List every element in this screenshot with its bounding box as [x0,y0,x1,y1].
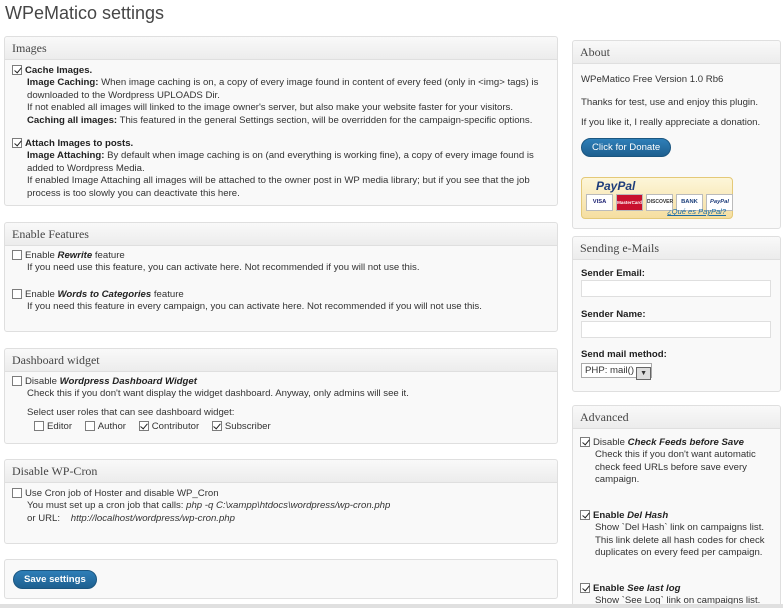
about-version: WPeMatico Free Version 1.0 Rb6 [581,74,724,85]
attach-desc-title: Image Attaching: [27,150,105,162]
cache-all-desc: This featured in the general Settings se… [117,114,533,126]
save-box: Save settings [4,559,558,599]
check-feeds-label: Check Feeds before Save [627,437,744,448]
w2c-label-pre: Enable [25,289,58,300]
disable-dashboard-pre: Disable [25,376,60,387]
sender-name-label: Sender Name: [581,309,646,320]
w2c-desc: If you need this feature in every campai… [27,301,482,313]
see-last-log-pre: Enable [593,583,628,594]
about-thanks: Thanks for test, use and enjoy this plug… [581,97,759,108]
rewrite-label: Rewrite [57,250,93,261]
donate-button[interactable]: Click for Donate [581,138,672,157]
cron-must-label: You must set up a cron job that calls: [27,500,187,512]
mail-method-value: PHP: mail() [585,365,635,376]
mail-method-select[interactable]: PHP: mail() ▼ [581,363,653,380]
check-feeds-pre: Disable [593,437,628,448]
paypal-badge[interactable]: PayPal VISA MasterCard DISCOVER BANK Pay… [581,177,733,219]
cache-images-checkbox[interactable] [12,65,22,75]
sender-email-label: Sender Email: [581,268,645,279]
advanced-box-title: Advanced [573,406,780,429]
save-settings-button[interactable]: Save settings [13,570,97,589]
visa-card: VISA [586,194,613,211]
mastercard-card: MasterCard [616,194,643,211]
features-box: Enable Features Enable Rewrite feature I… [4,222,558,332]
disable-dashboard-label: Wordpress Dashboard Widget [59,376,197,387]
emails-box: Sending e-Mails Sender Email: Sender Nam… [572,236,781,392]
paypal-info-link[interactable]: ¿Qué es PayPal? [667,207,726,216]
cron-box-title: Disable WP-Cron [5,460,557,483]
role-editor-label: Editor [47,421,73,433]
page-title: WPeMatico settings [5,3,165,23]
check-feeds-checkbox[interactable] [580,437,590,447]
role-editor-checkbox[interactable] [34,421,44,432]
disable-dashboard-desc: Check this if you don't want display the… [27,388,409,400]
attach-note: If enabled Image Attaching all images wi… [27,175,530,199]
role-contributor-checkbox[interactable] [138,421,149,432]
rewrite-label-pre: Enable [25,250,58,261]
rewrite-desc: If you need use this feature, you can ac… [27,262,420,274]
paypal-logo: PayPal [596,179,636,193]
words-to-categories-checkbox[interactable] [12,289,22,299]
role-subscriber-checkbox[interactable] [211,421,222,432]
cache-images-label: Cache Images. [25,65,93,76]
attach-images-label: Attach Images to posts. [25,138,134,149]
del-hash-label: Del Hash [627,510,669,521]
del-hash-checkbox[interactable] [580,510,590,520]
del-hash-pre: Enable [593,510,628,521]
about-box: About WPeMatico Free Version 1.0 Rb6 Tha… [572,40,781,229]
features-box-title: Enable Features [5,223,557,246]
dashboard-box-title: Dashboard widget [5,349,557,372]
role-author-label: Author [97,421,127,433]
cron-command: php -q C:\xampp\htdocs\wordpress/wp-cron… [186,500,391,512]
cron-url-label: or URL: [27,512,63,524]
rewrite-label-post: feature [92,250,125,261]
emails-box-title: Sending e-Mails [573,237,780,260]
role-contributor-label: Contributor [151,421,200,433]
advanced-box: Advanced Disable Check Feeds before Save… [572,405,781,608]
cache-desc-title: Image Caching: [27,77,99,89]
role-author-checkbox[interactable] [84,421,95,432]
images-box-title: Images [5,37,557,60]
rewrite-checkbox[interactable] [12,250,22,260]
cache-note: If not enabled all images will linked to… [27,102,514,114]
cron-box: Disable WP-Cron Use Cron job of Hoster a… [4,459,558,544]
dashboard-box: Dashboard widget Disable Wordpress Dashb… [4,348,558,444]
sender-email-field[interactable] [581,280,771,297]
cache-all-title: Caching all images: [27,114,118,126]
cache-desc: When image caching is on, a copy of ever… [27,77,539,101]
use-cron-checkbox[interactable] [12,488,22,498]
images-box: Images Cache Images. Image Caching: When… [4,36,558,206]
del-hash-desc: Show `Del Hash` link on campaigns list. … [595,522,765,559]
w2c-label: Words to Categories [57,289,152,300]
role-subscriber-label: Subscriber [224,421,271,433]
roles-row: Editor Author Contributor Subscriber [12,421,551,433]
cron-url: http://localhost/wordpress/wp-cron.php [70,512,235,524]
mail-method-label: Send mail method: [581,349,667,360]
use-cron-label: Use Cron job of Hoster and disable WP_Cr… [25,488,219,499]
see-last-log-checkbox[interactable] [580,583,590,593]
w2c-label-post: feature [151,289,184,300]
about-box-title: About [573,41,780,64]
attach-images-checkbox[interactable] [12,138,22,148]
roles-label: Select user roles that can see dashboard… [27,406,235,418]
sender-name-field[interactable] [581,321,771,338]
check-feeds-desc: Check this if you don't want automatic c… [595,449,756,486]
disable-dashboard-checkbox[interactable] [12,376,22,386]
bottom-divider [0,604,783,608]
about-donation-text: If you like it, I really appreciate a do… [581,117,761,128]
see-last-log-label: See last log [627,583,681,594]
chevron-down-icon[interactable]: ▼ [636,367,652,380]
